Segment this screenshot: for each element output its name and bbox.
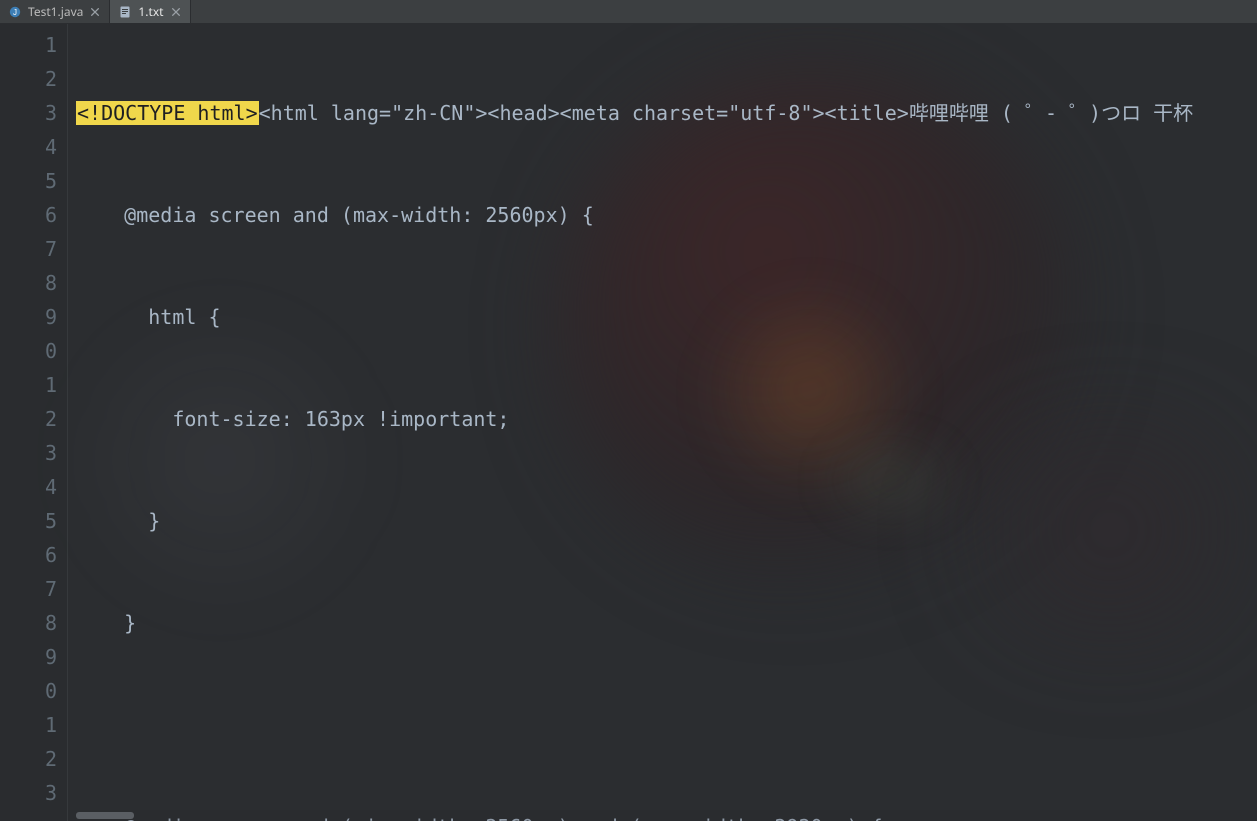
java-icon: J <box>8 5 22 19</box>
line-number: 1 <box>0 708 57 742</box>
line-number: 1 <box>0 28 57 62</box>
code-line: html { <box>76 300 1257 334</box>
close-icon[interactable] <box>89 6 101 18</box>
line-number: 0 <box>0 334 57 368</box>
line-number: 3 <box>0 436 57 470</box>
tab-label: Test1.java <box>28 3 83 20</box>
line-number: 7 <box>0 572 57 606</box>
line-number: 1 <box>0 368 57 402</box>
line-number: 4 <box>0 130 57 164</box>
line-number: 3 <box>0 96 57 130</box>
editor[interactable]: 1 2 3 4 5 6 7 8 9 0 1 2 3 4 5 6 7 8 9 0 … <box>0 24 1257 821</box>
line-number: 8 <box>0 606 57 640</box>
horizontal-scrollbar[interactable] <box>68 810 1257 821</box>
ide-window: J Test1.java 1.txt 1 2 3 4 5 6 7 8 <box>0 0 1257 821</box>
line-number: 4 <box>0 470 57 504</box>
line-number: 5 <box>0 164 57 198</box>
search-highlight: <!DOCTYPE html> <box>76 101 259 125</box>
code-line: } <box>76 606 1257 640</box>
line-number: 0 <box>0 674 57 708</box>
text-icon <box>118 5 132 19</box>
line-number: 8 <box>0 266 57 300</box>
line-number: 7 <box>0 232 57 266</box>
svg-text:J: J <box>13 8 17 17</box>
code-line: <!DOCTYPE html><html lang="zh-CN"><head>… <box>76 96 1257 130</box>
line-number: 6 <box>0 538 57 572</box>
tab-label: 1.txt <box>138 3 163 20</box>
editor-tab-bar: J Test1.java 1.txt <box>0 0 1257 24</box>
code-line: } <box>76 504 1257 538</box>
line-number: 6 <box>0 198 57 232</box>
line-number: 2 <box>0 402 57 436</box>
line-number: 5 <box>0 504 57 538</box>
line-number: 2 <box>0 742 57 776</box>
scrollbar-thumb[interactable] <box>76 812 134 819</box>
tab-1-txt[interactable]: 1.txt <box>110 0 190 23</box>
code-line: @media screen and (max-width: 2560px) { <box>76 198 1257 232</box>
close-icon[interactable] <box>170 6 182 18</box>
line-number-gutter: 1 2 3 4 5 6 7 8 9 0 1 2 3 4 5 6 7 8 9 0 … <box>0 24 68 821</box>
code-area[interactable]: <!DOCTYPE html><html lang="zh-CN"><head>… <box>68 24 1257 821</box>
code-line: font-size: 163px !important; <box>76 402 1257 436</box>
code-line <box>76 708 1257 742</box>
tab-test1-java[interactable]: J Test1.java <box>0 0 110 23</box>
line-number: 2 <box>0 62 57 96</box>
line-number: 9 <box>0 640 57 674</box>
line-number: 9 <box>0 300 57 334</box>
line-number: 3 <box>0 776 57 810</box>
